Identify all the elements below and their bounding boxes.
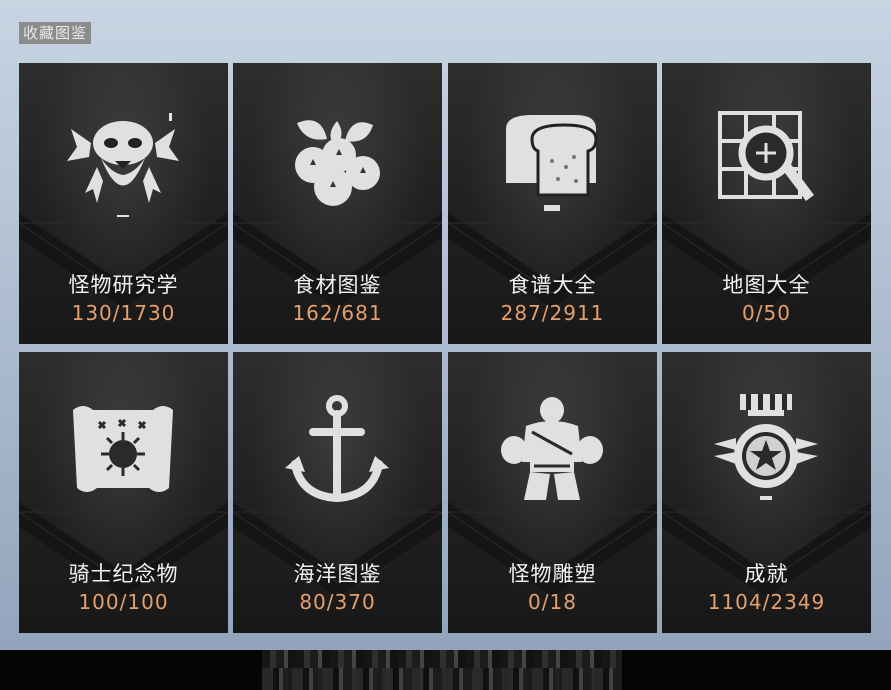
medal-star-icon [714, 394, 818, 500]
card-label: 地图大全 [722, 273, 811, 297]
card-achievements[interactable]: 成就 1104/2349 [662, 352, 871, 633]
anchor-icon [285, 395, 389, 503]
card-label: 成就 [744, 562, 789, 586]
card-label: 食材图鉴 [293, 273, 382, 297]
card-count: 100/100 [78, 590, 169, 614]
card-count: 0/50 [742, 301, 791, 325]
card-count: 0/18 [528, 590, 577, 614]
statue-icon [501, 397, 603, 500]
bread-icon [506, 115, 598, 211]
card-count: 80/370 [299, 590, 376, 614]
card-maps[interactable]: 地图大全 0/50 [662, 63, 871, 344]
card-label: 怪物研究学 [68, 273, 179, 297]
card-ingredients[interactable]: 食材图鉴 162/681 [233, 63, 442, 344]
collection-grid: 怪物研究学 130/1730 食材图鉴 162/681 食谱大全 287/291… [19, 63, 871, 633]
banner-emblem-icon [73, 406, 173, 492]
map-magnifier-icon [718, 111, 814, 201]
monster-skull-icon [67, 113, 179, 217]
card-count: 287/2911 [500, 301, 605, 325]
card-count: 130/1730 [71, 301, 176, 325]
card-count: 1104/2349 [707, 590, 826, 614]
page-title: 收藏图鉴 [19, 22, 92, 44]
card-monster-statues[interactable]: 怪物雕塑 0/18 [448, 352, 657, 633]
blurred-region-lower [262, 668, 622, 690]
card-monster-research[interactable]: 怪物研究学 130/1730 [19, 63, 228, 344]
card-label: 骑士纪念物 [68, 562, 179, 586]
card-label: 海洋图鉴 [293, 562, 382, 586]
card-recipes[interactable]: 食谱大全 287/2911 [448, 63, 657, 344]
card-label: 怪物雕塑 [508, 562, 597, 586]
berries-icon [295, 120, 380, 206]
card-knight-souvenirs[interactable]: 骑士纪念物 100/100 [19, 352, 228, 633]
card-count: 162/681 [292, 301, 383, 325]
card-label: 食谱大全 [508, 273, 597, 297]
card-ocean[interactable]: 海洋图鉴 80/370 [233, 352, 442, 633]
